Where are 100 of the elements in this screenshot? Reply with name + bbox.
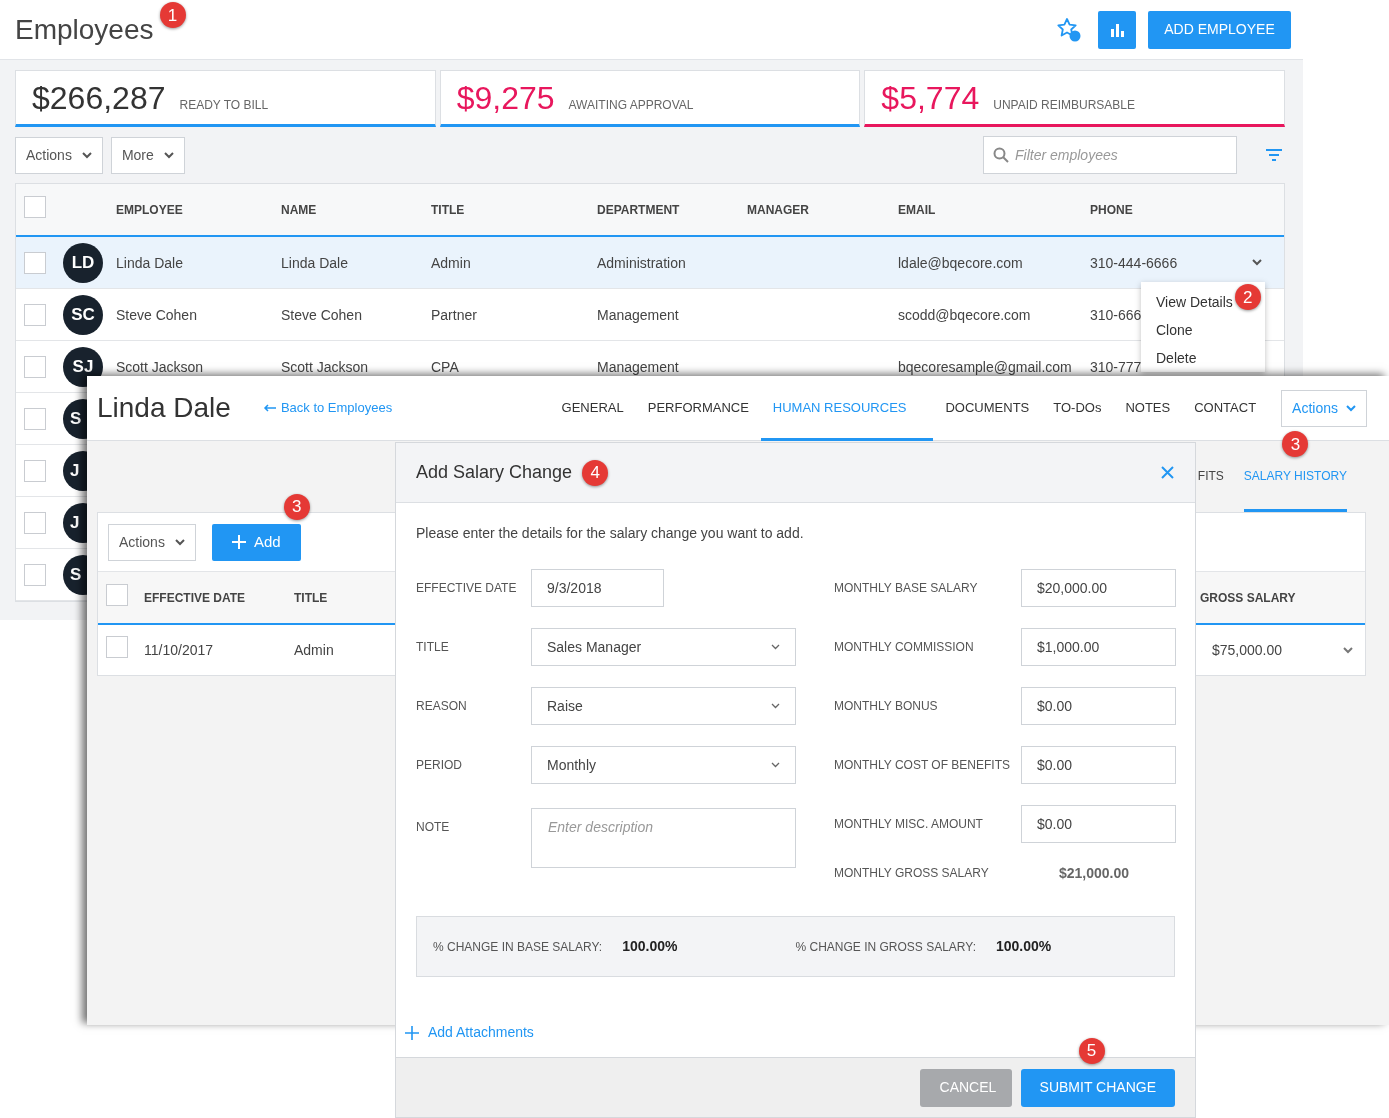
plus-icon — [405, 1025, 419, 1040]
table-cell: Linda Dale — [281, 255, 348, 270]
checkbox[interactable] — [24, 355, 46, 378]
phone-link[interactable]: 310-444-6666 — [1090, 255, 1178, 270]
summary-label: % CHANGE IN BASE SALARY: — [433, 938, 603, 956]
callout-badge: 4 — [582, 459, 609, 486]
column-header: EMAIL — [898, 203, 937, 216]
table-cell: Steve Cohen — [116, 307, 197, 322]
table-cell: CPA — [431, 359, 459, 374]
table-row-highlight[interactable]: LD Linda Dale Linda Dale Admin Administration ldale@bqecore.com 310-444-6666 — [16, 237, 1284, 289]
tab[interactable]: FITS — [1197, 467, 1224, 512]
avatar: SC — [63, 294, 103, 335]
checkbox[interactable] — [24, 511, 46, 534]
field-label: MONTHLY COST OF BENEFITS — [834, 757, 1012, 774]
field-label: TITLE — [416, 639, 450, 656]
field-label: MONTHLY BONUS — [834, 698, 939, 715]
actions-button[interactable]: Actions — [15, 136, 103, 174]
instruction-text: Please enter the details for the salary change you want to add. — [416, 524, 805, 543]
tab[interactable]: DOCUMENTS — [933, 375, 1042, 441]
email-link[interactable]: ldale@bqecore.com — [898, 255, 1023, 270]
input-field[interactable]: $0.00 — [1021, 687, 1176, 725]
favorite-star-icon — [1056, 16, 1082, 43]
field-label: MONTHLY COMMISSION — [834, 639, 975, 656]
field-label: EFFECTIVE DATE — [416, 580, 518, 597]
column-header: TITLE — [294, 591, 329, 604]
dialog-title: Add Salary Change — [416, 461, 573, 484]
chart-button[interactable] — [1098, 10, 1136, 49]
input-field[interactable]: $0.00 — [1021, 805, 1176, 843]
more-button[interactable]: More — [110, 136, 185, 174]
column-header: NAME — [281, 203, 318, 216]
chevron-down-icon — [1252, 259, 1262, 266]
tab[interactable]: NOTES — [1113, 375, 1183, 441]
chevron-down-icon — [771, 644, 780, 650]
close-button[interactable] — [1160, 465, 1175, 480]
plus-icon — [231, 535, 246, 549]
note-field[interactable]: Enter description — [531, 808, 796, 868]
field-label: MONTHLY MISC. AMOUNT — [834, 816, 984, 833]
column-header: PHONE — [1090, 203, 1134, 216]
column-header: DEPARTMENT — [597, 203, 681, 216]
checkbox[interactable] — [24, 303, 46, 326]
back-arrow-icon — [262, 404, 276, 412]
input-field[interactable]: $1,000.00 — [1021, 628, 1176, 666]
chevron-down-icon — [1346, 404, 1356, 412]
table-cell: Steve Cohen — [281, 307, 362, 322]
tab[interactable]: TO-DOs — [1041, 375, 1114, 441]
summary-label: AWAITING APPROVAL — [568, 97, 694, 114]
dropdown-field[interactable]: Raise — [531, 687, 796, 725]
dropdown-field[interactable]: Sales Manager — [531, 628, 796, 666]
menu-item[interactable]: View Details — [1156, 291, 1233, 313]
summary-label: READY TO BILL — [179, 97, 269, 114]
input-field[interactable]: 9/3/2018 — [531, 569, 664, 607]
menu-item[interactable]: Delete — [1156, 347, 1197, 369]
checkbox[interactable] — [24, 563, 46, 586]
column-header: TITLE — [431, 203, 466, 216]
amount: $5,774 — [881, 81, 980, 117]
checkbox[interactable] — [24, 251, 46, 274]
table-cell: Management — [597, 359, 679, 374]
chevron-down-icon — [81, 151, 92, 159]
table-cell: Scott Jackson — [281, 359, 369, 374]
checkbox[interactable] — [24, 407, 46, 430]
summary-value: 100.00% — [996, 937, 1052, 956]
table-cell: Partner — [431, 307, 477, 322]
table-cell: 11/10/2017 — [144, 641, 214, 658]
table-cell: Linda Dale — [116, 255, 183, 270]
input-field[interactable]: $0.00 — [1021, 746, 1176, 784]
checkbox[interactable] — [24, 459, 46, 482]
amount: $266,287 — [32, 81, 166, 117]
field-label: MONTHLY BASE SALARY — [834, 580, 979, 597]
filter-field[interactable]: Filter employees — [983, 136, 1237, 174]
column-header: EFFECTIVE DATE — [144, 591, 247, 604]
avatar: LD — [63, 242, 103, 283]
checkbox[interactable] — [106, 636, 128, 658]
checkbox[interactable] — [106, 584, 128, 606]
phone-link[interactable]: 310-777 — [1090, 359, 1142, 374]
email-link[interactable]: bqecoresample@gmail.com — [898, 359, 1072, 374]
menu-item[interactable]: Clone — [1156, 319, 1193, 341]
input-field[interactable]: $20,000.00 — [1021, 569, 1176, 607]
chevron-down-icon — [1343, 646, 1353, 654]
tab[interactable]: PERFORMANCE — [635, 375, 761, 441]
tab[interactable]: GENERAL — [549, 375, 636, 441]
phone-link[interactable]: 310-666 — [1090, 307, 1142, 322]
callout-badge: 2 — [1234, 284, 1261, 310]
table-cell: Scott Jackson — [116, 359, 204, 374]
field-label: NOTE — [416, 819, 451, 836]
callout-badge: 5 — [1078, 1037, 1105, 1064]
column-header: EMPLOYEE — [116, 203, 184, 216]
dropdown-field[interactable]: Monthly — [531, 746, 796, 784]
field-label: PERIOD — [416, 757, 463, 774]
close-icon — [1161, 466, 1174, 479]
checkbox[interactable] — [24, 196, 46, 218]
amount: $9,275 — [456, 81, 555, 117]
table-cell: $75,000.00 — [1212, 643, 1283, 657]
callout-badge: 3 — [1282, 431, 1309, 457]
email-link[interactable]: scodd@bqecore.com — [898, 307, 1031, 322]
avatar: SJ — [63, 346, 103, 387]
chevron-down-icon — [771, 762, 780, 768]
summary-label: % CHANGE IN GROSS SALARY: — [795, 938, 976, 956]
actions-button[interactable]: Actions — [108, 523, 196, 561]
chevron-down-icon — [771, 703, 780, 709]
table-cell: Admin — [431, 255, 471, 270]
